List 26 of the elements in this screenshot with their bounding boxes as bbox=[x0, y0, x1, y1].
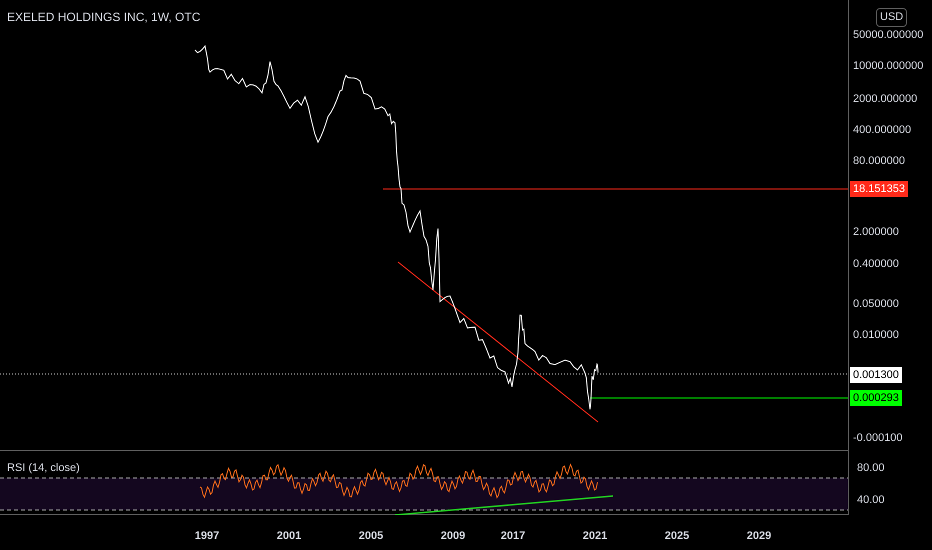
time-tick-label: 1997 bbox=[194, 529, 220, 544]
time-tick-label: 2029 bbox=[746, 529, 772, 544]
price-tick-label: 10000.000000 bbox=[853, 60, 924, 72]
rsi-tick-label: 40.00 bbox=[857, 494, 885, 506]
rsi-title: RSI (14, close) bbox=[7, 461, 80, 476]
price-tick-label: 2.000000 bbox=[853, 226, 899, 238]
price-tick-label: 80.000000 bbox=[853, 155, 905, 167]
price-badge: 18.151353 bbox=[850, 181, 908, 197]
price-tick-label: 50000.000000 bbox=[853, 29, 924, 41]
chart-title: EXELED HOLDINGS INC, 1W, OTC bbox=[7, 9, 200, 26]
price-tick-label: 400.000000 bbox=[853, 124, 912, 136]
price-tick-label: 2000.000000 bbox=[853, 93, 918, 105]
time-tick-label: 2001 bbox=[276, 529, 302, 544]
time-tick-label: 2017 bbox=[500, 529, 526, 544]
price-tick-label: 0.050000 bbox=[853, 298, 899, 310]
time-tick-label: 2025 bbox=[664, 529, 690, 544]
time-tick-label: 2009 bbox=[440, 529, 466, 544]
price-badge: 0.000293 bbox=[850, 390, 902, 406]
price-badge: 0.001300 bbox=[850, 367, 902, 383]
time-tick-label: 2021 bbox=[582, 529, 608, 544]
price-tick-label: 0.010000 bbox=[853, 329, 899, 341]
rsi-tick-label: 80.00 bbox=[857, 462, 885, 474]
time-tick-label: 2005 bbox=[358, 529, 384, 544]
price-tick-label: -0.000100 bbox=[853, 432, 903, 444]
price-tick-label: 0.400000 bbox=[853, 258, 899, 270]
currency-label: USD bbox=[876, 8, 908, 26]
